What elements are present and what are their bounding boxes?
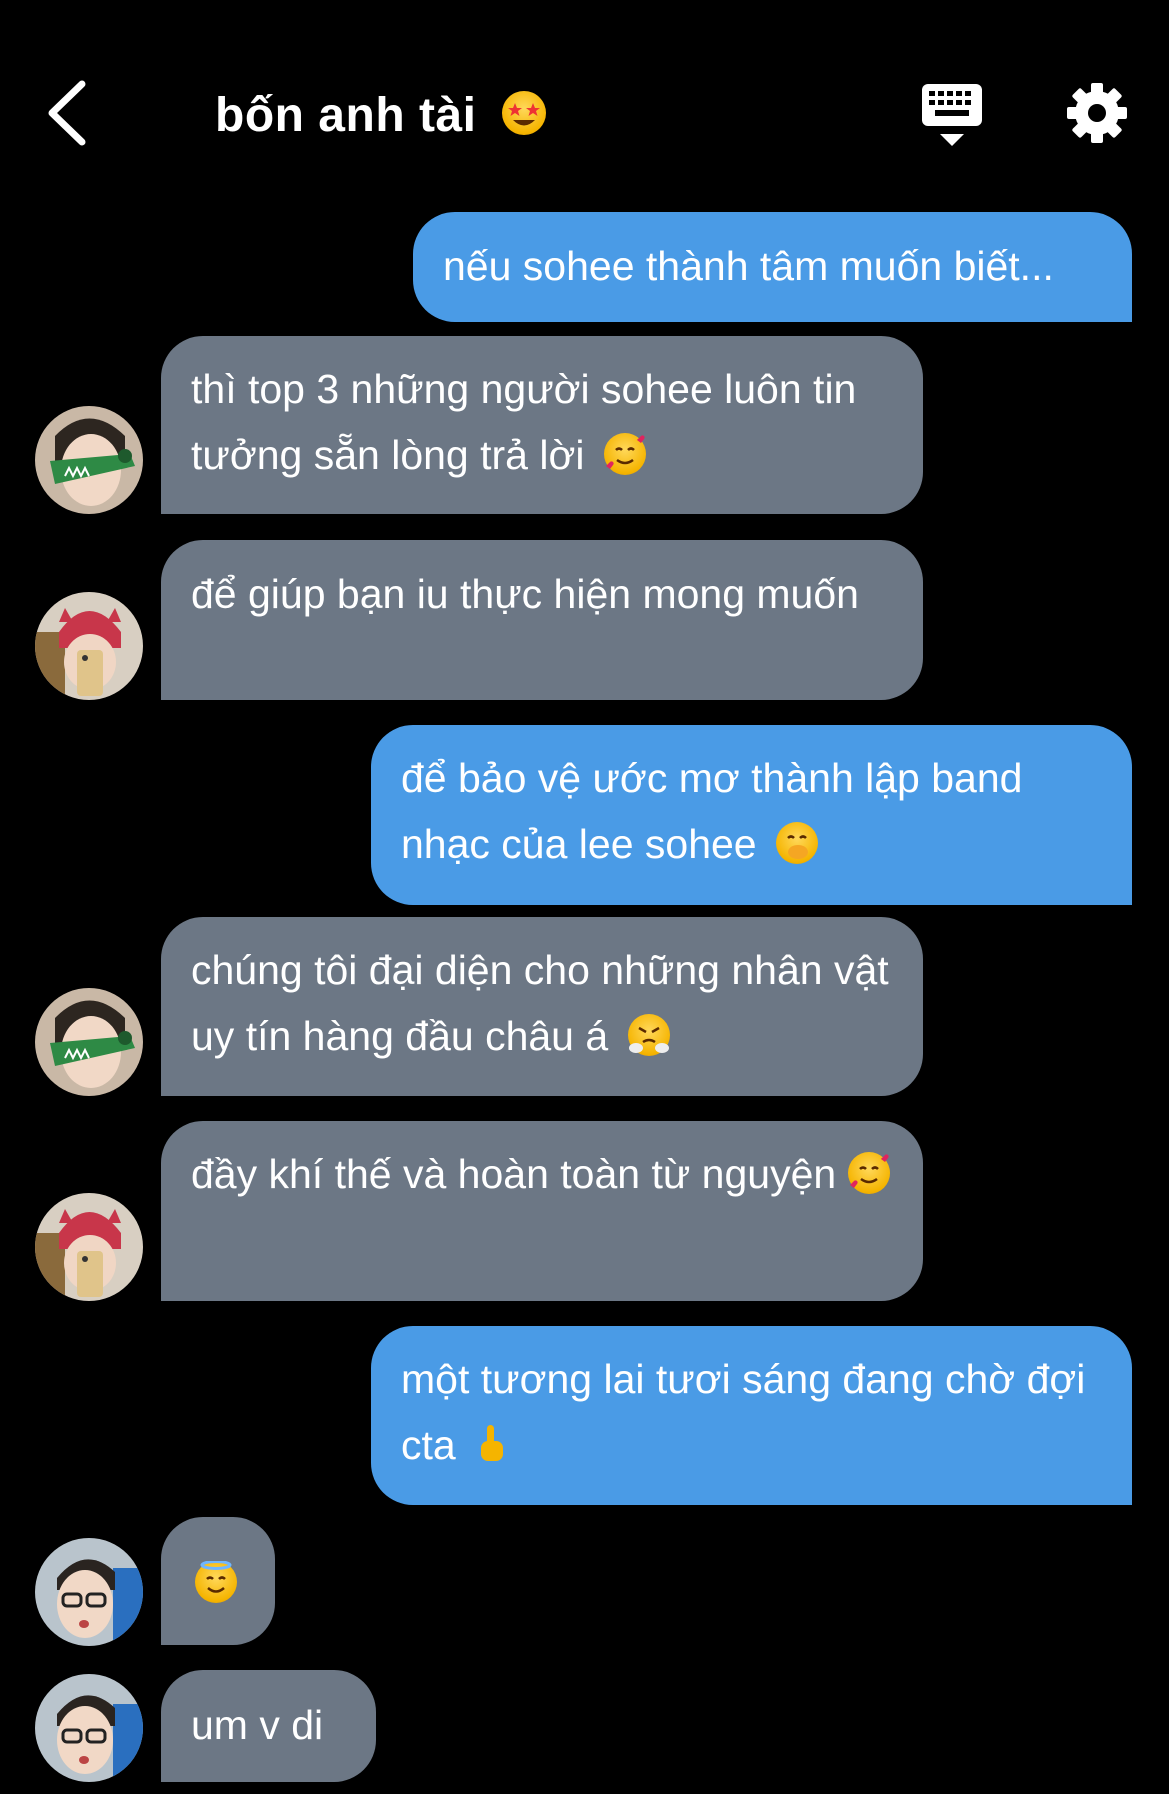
message-bubble-incoming[interactable]: chúng tôi đại diện cho những nhân vật uy… <box>161 917 923 1096</box>
gear-icon <box>1067 83 1127 143</box>
avatar-red-hat[interactable] <box>35 592 143 700</box>
avatar-glasses[interactable] <box>35 1674 143 1782</box>
chat-title-text: bốn anh tài <box>215 89 477 142</box>
message-text: thì top 3 những người sohee luôn tin tưở… <box>191 366 857 478</box>
smiling-face-with-halo-emoji <box>195 1561 237 1603</box>
star-struck-emoji <box>502 91 547 135</box>
message-text: để bảo vệ ước mơ thành lập band nhạc của… <box>401 755 1023 867</box>
avatar-red-hat[interactable] <box>35 1193 143 1301</box>
chat-title: bốn anh tài <box>215 88 547 143</box>
message-bubble-incoming[interactable]: thì top 3 những người sohee luôn tin tưở… <box>161 336 923 514</box>
message-bubble-incoming[interactable]: đầy khí thế và hoàn toàn từ nguyện <box>161 1121 923 1301</box>
message-bubble-incoming[interactable]: để giúp bạn iu thực hiện mong muốn <box>161 540 923 700</box>
message-bubble-incoming[interactable]: um v di <box>161 1670 376 1782</box>
message-text: um v di <box>191 1702 324 1748</box>
face-with-hand-over-mouth-emoji <box>776 822 819 864</box>
message-text: đầy khí thế và hoàn toàn từ nguyện <box>191 1151 837 1197</box>
back-icon <box>48 80 86 146</box>
smiling-face-with-hearts-emoji <box>603 433 646 475</box>
message-bubble-outgoing[interactable]: một tương lai tươi sáng đang chờ đợi cta <box>371 1326 1132 1505</box>
chat-header: bốn anh tài <box>0 0 1169 200</box>
settings-button[interactable] <box>1066 82 1128 144</box>
message-bubble-outgoing[interactable]: để bảo vệ ước mơ thành lập band nhạc của… <box>371 725 1132 905</box>
smiling-face-with-hearts-emoji <box>847 1152 890 1194</box>
back-button[interactable] <box>44 78 94 148</box>
avatar-crocodile[interactable] <box>35 988 143 1096</box>
message-bubble-outgoing[interactable]: nếu sohee thành tâm muốn biết... <box>413 212 1132 322</box>
message-text: để giúp bạn iu thực hiện mong muốn <box>191 571 859 617</box>
keyboard-button[interactable] <box>920 82 984 148</box>
message-text: chúng tôi đại diện cho những nhân vật uy… <box>191 947 889 1059</box>
avatar-crocodile[interactable] <box>35 406 143 514</box>
message-bubble-incoming[interactable] <box>161 1517 275 1645</box>
pointing-up-hand-emoji <box>475 1423 507 1465</box>
face-with-steam-emoji <box>627 1014 670 1056</box>
avatar-glasses[interactable] <box>35 1538 143 1646</box>
keyboard-icon <box>922 84 982 146</box>
message-text: nếu sohee thành tâm muốn biết... <box>443 243 1054 289</box>
